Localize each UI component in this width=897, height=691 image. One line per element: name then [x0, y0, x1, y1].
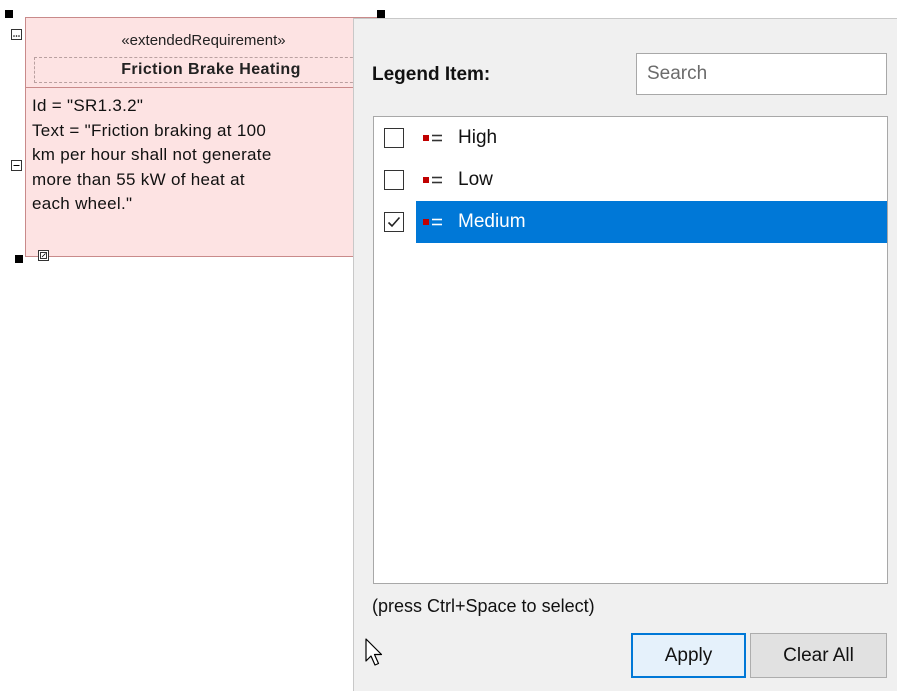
hyperlink-icon[interactable] [38, 250, 49, 261]
resize-handle-bottom-left[interactable] [15, 255, 23, 263]
requirement-name[interactable]: Friction Brake Heating [34, 57, 388, 83]
collapse-icon[interactable] [11, 160, 22, 171]
requirement-shape[interactable]: «extendedRequirement» Friction Brake Hea… [25, 17, 388, 257]
checkmark-icon [387, 216, 401, 228]
legend-item-label: Low [458, 169, 493, 190]
smart-manipulator-icon[interactable] [11, 29, 22, 40]
legend-item-label: High [458, 127, 498, 148]
property-text-line: Text = "Friction braking at 100 [32, 120, 267, 140]
property-text-line: each wheel." [32, 194, 133, 213]
hint-text: (press Ctrl+Space to select) [372, 596, 595, 616]
checkbox-low[interactable] [384, 170, 404, 190]
legend-item-label: Legend Item: [372, 64, 491, 85]
legend-item-popup: Legend Item: High [353, 18, 897, 691]
property-text-line: more than 55 kW of heat at [32, 169, 245, 189]
list-item-medium[interactable]: Medium [374, 201, 887, 243]
list-item-high[interactable]: High [374, 117, 887, 159]
legend-item-icon [423, 176, 442, 184]
resize-handle-top-left[interactable] [5, 10, 13, 18]
legend-item-icon [423, 134, 442, 142]
apply-button[interactable]: Apply [631, 633, 746, 678]
legend-item-high[interactable]: High [416, 117, 887, 159]
property-id: Id = "SR1.3.2" [32, 96, 144, 115]
legend-item-icon [423, 218, 442, 226]
compartment-divider [26, 87, 381, 88]
checkbox-medium[interactable] [384, 212, 404, 232]
list-item-low[interactable]: Low [374, 159, 887, 201]
legend-item-low[interactable]: Low [416, 159, 887, 201]
legend-item-medium[interactable]: Medium [416, 201, 887, 243]
checkbox-high[interactable] [384, 128, 404, 148]
diagram-canvas: «extendedRequirement» Friction Brake Hea… [0, 0, 897, 691]
clear-all-button[interactable]: Clear All [750, 633, 887, 678]
requirement-properties: Id = "SR1.3.2" Text = "Friction braking … [32, 94, 380, 217]
mouse-cursor-icon [365, 638, 383, 666]
legend-item-list[interactable]: High Low Medium [373, 116, 888, 584]
property-text-line: km per hour shall not generate [32, 145, 272, 164]
resize-handle-top-right[interactable] [377, 10, 385, 18]
search-input[interactable] [636, 53, 887, 95]
requirement-stereotype: «extendedRequirement» [121, 32, 286, 49]
legend-item-label: Medium [458, 211, 526, 232]
